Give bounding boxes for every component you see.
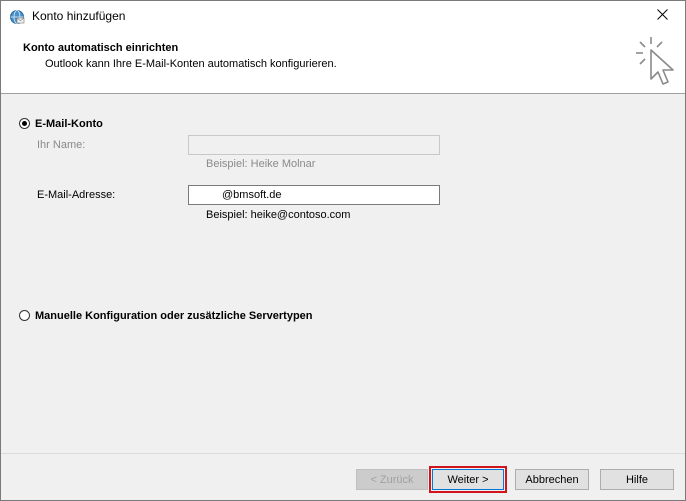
footer-divider <box>1 453 685 454</box>
name-hint: Beispiel: Heike Molnar <box>206 158 316 170</box>
title-bar: Konto hinzufügen <box>1 1 685 31</box>
next-button[interactable]: Weiter > <box>429 466 507 493</box>
name-label: Ihr Name: <box>37 139 86 151</box>
manual-config-radio[interactable] <box>19 310 30 321</box>
header-title: Konto automatisch einrichten <box>23 42 179 54</box>
close-button[interactable] <box>639 1 685 31</box>
cancel-button[interactable]: Abbrechen <box>515 469 589 490</box>
window-title: Konto hinzufügen <box>32 9 126 23</box>
close-icon <box>656 9 668 23</box>
email-label: E-Mail-Adresse: <box>37 189 116 201</box>
wizard-header: Konto automatisch einrichten Outlook kan… <box>1 31 685 94</box>
help-button[interactable]: Hilfe <box>600 469 674 490</box>
header-subtitle: Outlook kann Ihre E-Mail-Konten automati… <box>45 58 337 70</box>
email-hint: Beispiel: heike@contoso.com <box>206 209 351 221</box>
email-address-input[interactable]: @bmsoft.de <box>188 185 440 205</box>
cursor-click-icon <box>631 35 679 87</box>
email-account-radio[interactable] <box>19 118 30 129</box>
back-button[interactable]: < Zurück <box>356 469 428 490</box>
manual-config-label[interactable]: Manuelle Konfiguration oder zusätzliche … <box>35 310 313 322</box>
globe-mail-icon <box>9 9 25 25</box>
name-input[interactable] <box>188 135 440 155</box>
email-account-label[interactable]: E-Mail-Konto <box>35 118 103 130</box>
radio-selected-dot <box>22 121 27 126</box>
add-account-dialog: Konto hinzufügen Konto automatisch einri… <box>0 0 686 501</box>
